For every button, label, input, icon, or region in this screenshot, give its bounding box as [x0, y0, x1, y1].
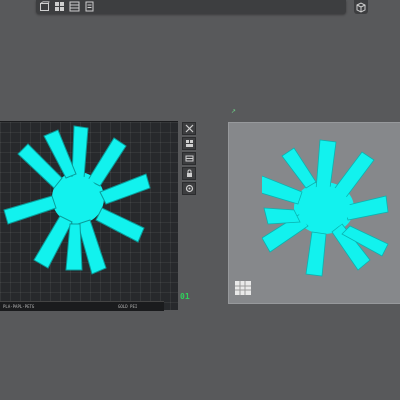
orient-plate-button[interactable] — [182, 152, 196, 165]
cube-icon[interactable] — [39, 1, 50, 12]
model-on-plate-1[interactable] — [0, 123, 180, 293]
orient-icon — [185, 155, 193, 162]
pei-grid-icon — [235, 281, 251, 295]
model-on-plate-2[interactable] — [262, 138, 392, 278]
delete-plate-button[interactable] — [182, 122, 196, 135]
plate-2-corner-marker: ↗ — [231, 108, 237, 115]
close-icon — [185, 124, 193, 133]
grid-icon[interactable] — [54, 1, 65, 12]
view-cube-button[interactable] — [354, 0, 368, 14]
view-cube-icon — [356, 2, 366, 13]
layers-icon[interactable] — [69, 1, 80, 12]
arrange-icon — [185, 140, 193, 147]
lock-plate-button[interactable] — [182, 167, 196, 180]
arrange-plate-button[interactable] — [182, 137, 196, 150]
plate-settings-button[interactable] — [182, 182, 196, 195]
document-icon[interactable] — [84, 1, 95, 12]
plate-1-label-left: PLA-PAPL-PETG — [3, 304, 35, 309]
plate-1-label-right: GOLD PEI — [118, 304, 138, 309]
lock-icon — [186, 169, 192, 177]
settings-icon — [185, 184, 193, 193]
plate-1-toolbar — [182, 122, 198, 195]
plate-1-number: 01 — [180, 292, 190, 301]
plate-1-filament-label: PLA-PAPL-PETG GOLD PEI — [0, 301, 164, 311]
top-toolbar — [36, 0, 346, 14]
